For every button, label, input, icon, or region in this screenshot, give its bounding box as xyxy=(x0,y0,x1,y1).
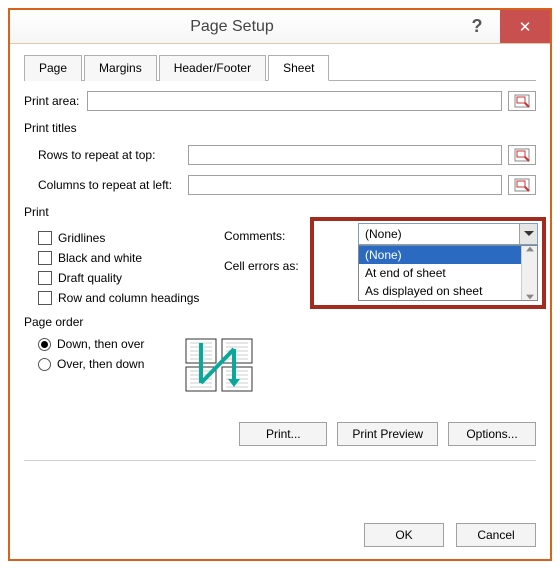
label-rows-repeat: Rows to repeat at top: xyxy=(38,148,188,162)
label-print-area: Print area: xyxy=(24,94,79,108)
window-title: Page Setup xyxy=(10,10,454,43)
label-over-down: Over, then down xyxy=(57,357,144,371)
range-picker-cols[interactable] xyxy=(508,175,536,195)
label-cellerrors: Cell errors as: xyxy=(224,259,299,273)
label-page-order: Page order xyxy=(24,315,536,329)
close-button[interactable]: ✕ xyxy=(500,10,550,43)
comments-option-end[interactable]: At end of sheet xyxy=(359,264,537,282)
label-rowcol: Row and column headings xyxy=(58,291,199,305)
tab-headerfooter[interactable]: Header/Footer xyxy=(159,55,266,81)
page-order-illustration xyxy=(184,337,256,398)
cancel-button[interactable]: Cancel xyxy=(456,523,536,547)
help-button[interactable]: ? xyxy=(454,10,500,43)
cols-repeat-input[interactable] xyxy=(188,175,502,195)
label-bw: Black and white xyxy=(58,251,142,265)
tabs: Page Margins Header/Footer Sheet xyxy=(24,54,536,81)
label-gridlines: Gridlines xyxy=(58,231,105,245)
titlebar: Page Setup ? ✕ xyxy=(10,10,550,44)
range-picker-print-area[interactable] xyxy=(508,91,536,111)
radio-down-over[interactable] xyxy=(38,338,51,351)
tab-sheet[interactable]: Sheet xyxy=(268,55,329,81)
label-cols-repeat: Columns to repeat at left: xyxy=(38,178,188,192)
tab-page[interactable]: Page xyxy=(24,55,82,81)
ok-button[interactable]: OK xyxy=(364,523,444,547)
label-print-titles: Print titles xyxy=(24,121,536,135)
checkbox-rowcol[interactable] xyxy=(38,291,52,305)
label-comments: Comments: xyxy=(224,229,285,243)
comments-dropdown: (None) At end of sheet As displayed on s… xyxy=(358,245,538,301)
label-down-over: Down, then over xyxy=(57,337,144,351)
range-picker-rows[interactable] xyxy=(508,145,536,165)
comments-select-value: (None) xyxy=(365,227,402,241)
tab-margins[interactable]: Margins xyxy=(84,55,157,81)
options-button[interactable]: Options... xyxy=(448,422,536,446)
chevron-down-icon xyxy=(519,224,537,244)
checkbox-draft[interactable] xyxy=(38,271,52,285)
divider xyxy=(24,460,536,461)
radio-over-down[interactable] xyxy=(38,358,51,371)
rows-repeat-input[interactable] xyxy=(188,145,502,165)
label-draft: Draft quality xyxy=(58,271,122,285)
checkbox-gridlines[interactable] xyxy=(38,231,52,245)
checkbox-bw[interactable] xyxy=(38,251,52,265)
comments-option-none[interactable]: (None) xyxy=(359,246,537,264)
print-preview-button[interactable]: Print Preview xyxy=(337,422,438,446)
page-setup-dialog: Page Setup ? ✕ Page Margins Header/Foote… xyxy=(8,8,552,561)
print-area-input[interactable] xyxy=(87,91,502,111)
comments-select[interactable]: (None) xyxy=(358,223,538,245)
dropdown-scrollbar[interactable] xyxy=(521,246,537,300)
label-print: Print xyxy=(24,205,536,219)
print-button[interactable]: Print... xyxy=(239,422,327,446)
dialog-body: Page Margins Header/Footer Sheet Print a… xyxy=(10,44,550,473)
comments-option-displayed[interactable]: As displayed on sheet xyxy=(359,282,537,300)
